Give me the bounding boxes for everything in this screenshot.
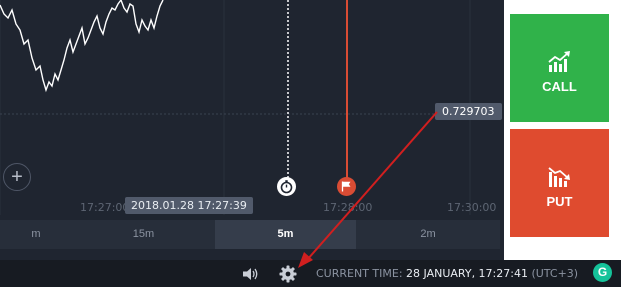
grammarly-icon[interactable]: G [593,263,612,282]
period-option[interactable]: 15m [72,220,215,249]
trend-down-icon [548,167,570,187]
zoom-in-button[interactable]: + [3,163,31,191]
period-selector: m 15m 5m 2m [0,220,500,249]
price-chart[interactable]: 17:27:00 17:28:00 17:30:00 2018.01.28 17… [0,0,504,260]
call-label: CALL [542,79,577,94]
put-label: PUT [546,194,573,209]
gear-icon[interactable] [279,265,297,283]
time-axis-label: 17:28:00 [323,201,373,214]
flag-icon [337,177,356,196]
period-option[interactable]: m [0,220,72,249]
period-option-active[interactable]: 5m [215,220,356,249]
time-axis-label: 17:30:00 [447,201,497,214]
current-time-label: CURRENT TIME: [316,267,403,280]
timezone-label: (UTC+3) [531,267,579,280]
stopwatch-icon [277,177,296,196]
time-axis-label: 17:27:00 [80,201,130,214]
price-line-series [0,0,164,93]
current-price-tag: 0.729703 [435,103,502,120]
trend-up-icon [548,51,570,72]
current-time: CURRENT TIME: 28 JANUARY, 17:27:41 (UTC+… [316,267,578,280]
time-tooltip: 2018.01.28 17:27:39 [125,197,253,214]
speaker-icon[interactable] [242,266,260,282]
trading-app: 17:27:00 17:28:00 17:30:00 2018.01.28 17… [0,0,621,296]
put-button[interactable]: PUT [510,129,609,237]
call-button[interactable]: CALL [510,14,609,122]
period-option[interactable]: 2m [356,220,500,249]
current-time-value: 28 JANUARY, 17:27:41 [406,267,528,280]
